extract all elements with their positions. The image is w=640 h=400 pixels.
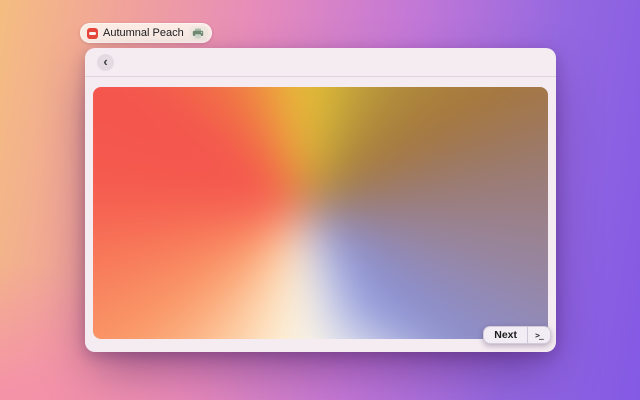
window-toolbar: ‹ bbox=[85, 48, 556, 77]
printer-button[interactable] bbox=[189, 26, 208, 40]
wallpaper-gradient bbox=[93, 87, 548, 339]
next-button-group: Next >_ bbox=[483, 326, 551, 344]
window-content bbox=[85, 77, 556, 350]
wallpaper-preview bbox=[93, 87, 548, 339]
back-button[interactable]: ‹ bbox=[97, 54, 114, 71]
terminal-prompt-icon: >_ bbox=[535, 331, 543, 340]
desktop-background: Autumnal Peach ‹ Next >_ bbox=[0, 0, 640, 400]
wallpaper-name-label: Autumnal Peach bbox=[103, 27, 184, 39]
terminal-button[interactable]: >_ bbox=[528, 327, 550, 343]
wallpaper-tag-pill[interactable]: Autumnal Peach bbox=[80, 23, 212, 43]
next-button[interactable]: Next bbox=[484, 327, 527, 343]
printer-icon bbox=[192, 28, 204, 39]
red-app-icon bbox=[87, 28, 98, 39]
chevron-left-icon: ‹ bbox=[103, 55, 107, 68]
preview-window: ‹ Next >_ bbox=[85, 48, 556, 352]
